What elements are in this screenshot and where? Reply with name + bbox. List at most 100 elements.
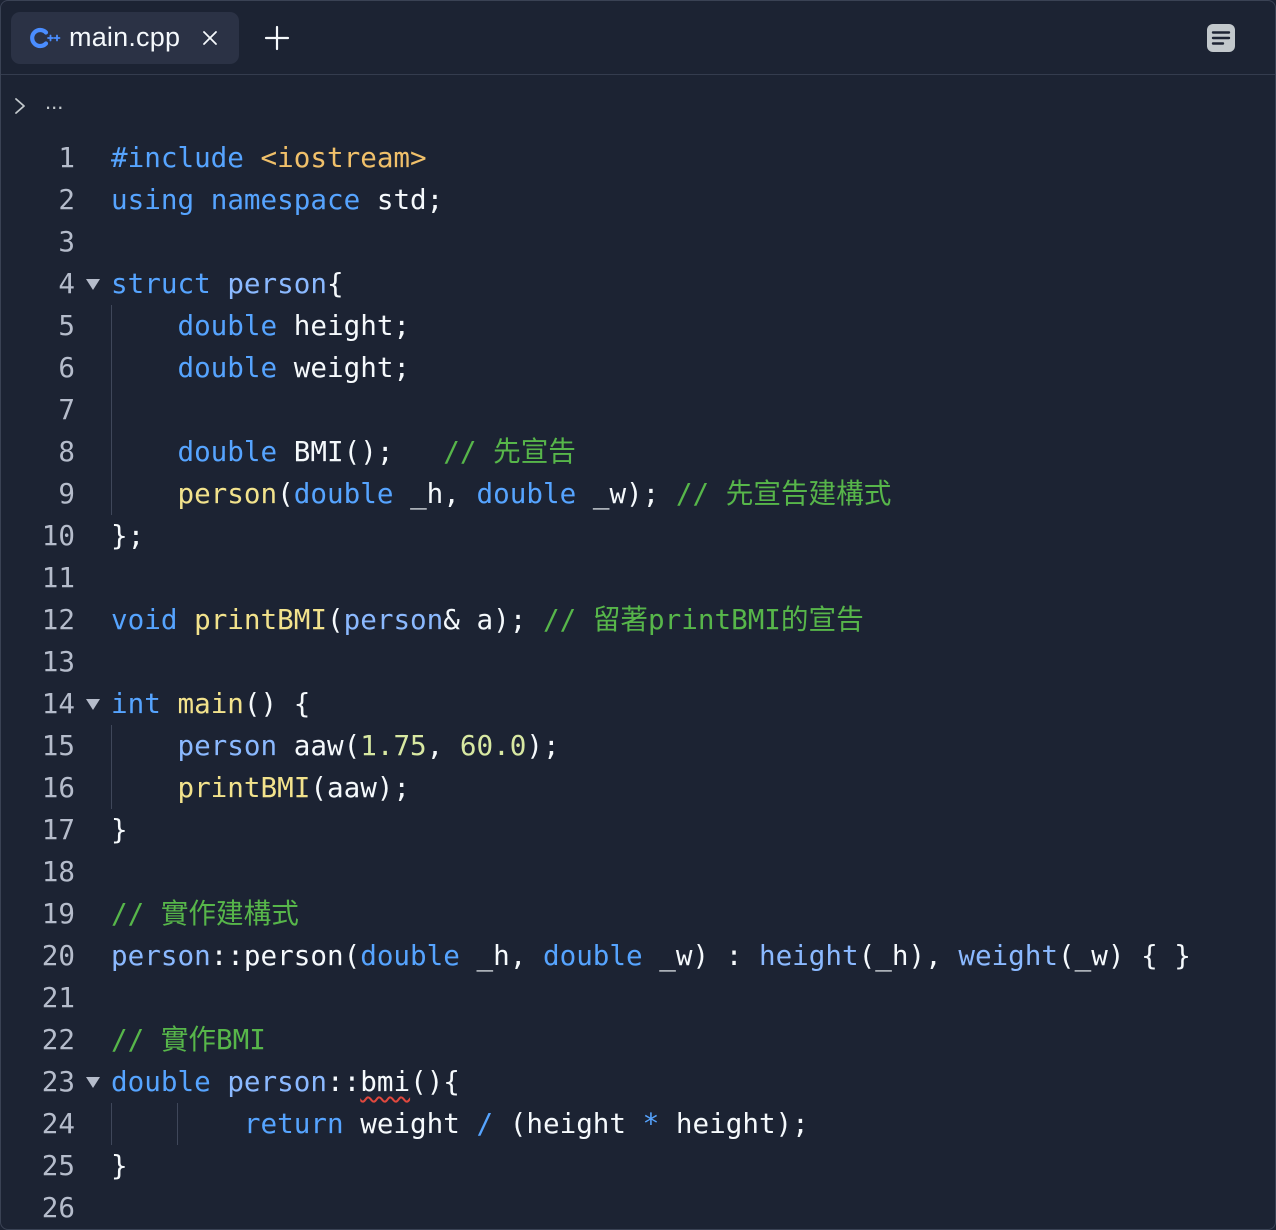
code-token: double [293, 477, 394, 510]
close-icon[interactable] [195, 23, 225, 53]
code-token: double [542, 939, 643, 972]
code-token: namespace [210, 183, 361, 216]
code-token: (){ [410, 1065, 460, 1098]
code-text: double height; [111, 305, 410, 347]
code-token: person [227, 267, 327, 300]
code-line[interactable]: 19 // 實作建構式 [1, 893, 1275, 935]
code-line[interactable]: 16 printBMI(aaw); [1, 767, 1275, 809]
code-line[interactable]: 6 double weight; [1, 347, 1275, 389]
line-number: 7 [58, 393, 75, 426]
code-line[interactable]: 23 double person::bmi(){ [1, 1061, 1275, 1103]
code-token: , [426, 729, 460, 762]
code-line[interactable]: 20 person::person(double _h, double _w) :… [1, 935, 1275, 977]
line-number: 22 [41, 1023, 75, 1056]
code-token: ( [326, 603, 344, 636]
code-token: _w); [576, 477, 676, 510]
code-token: person [177, 477, 278, 510]
line-number: 18 [41, 855, 75, 888]
code-token: ( [277, 477, 294, 510]
code-token: weight; [277, 351, 411, 384]
code-line[interactable]: 13 [1, 641, 1275, 683]
fold-arrow-icon[interactable] [83, 683, 103, 725]
code-token: _w) : [642, 939, 759, 972]
code-token: BMI(); [277, 435, 444, 468]
code-token: () { [243, 687, 311, 720]
code-token: _h, [459, 939, 543, 972]
code-line[interactable]: 22 // 實作BMI [1, 1019, 1275, 1061]
code-line[interactable]: 10}; [1, 515, 1275, 557]
code-line[interactable]: 2 using namespace std; [1, 179, 1275, 221]
code-line[interactable]: 3 [1, 221, 1275, 263]
code-text: person::person(double _h, double _w) : h… [111, 935, 1191, 977]
indent-guide [111, 305, 112, 515]
code-token: using [111, 183, 195, 216]
code-token: double [111, 1065, 211, 1098]
code-token: (aaw); [310, 771, 411, 804]
code-token: _h, [393, 477, 477, 510]
code-line[interactable]: 12 void printBMI(person& a); // 留著printBM… [1, 599, 1275, 641]
code-line[interactable]: 24 return weight / (height * height); [1, 1103, 1275, 1145]
tab-main-cpp[interactable]: main.cpp [11, 11, 239, 64]
line-number: 24 [41, 1107, 75, 1140]
code-line[interactable]: 8 double BMI(); // 先宣告 [1, 431, 1275, 473]
code-token: return [243, 1107, 344, 1140]
line-number: 16 [41, 771, 75, 804]
line-number: 4 [58, 267, 75, 300]
code-text: using namespace std; [111, 179, 443, 221]
code-text: // 實作BMI [111, 1019, 266, 1061]
code-token: person [111, 939, 211, 972]
code-text: double weight; [111, 347, 410, 389]
code-token: // 實作建構式 [111, 897, 299, 930]
code-token: #include [111, 141, 244, 174]
code-line[interactable]: 17} [1, 809, 1275, 851]
code-line[interactable]: 18 [1, 851, 1275, 893]
code-line[interactable]: 21 [1, 977, 1275, 1019]
code-token: <iostream> [260, 141, 427, 174]
code-token: double [177, 351, 278, 384]
new-tab-plus-icon[interactable] [257, 18, 297, 58]
code-line[interactable]: 7 [1, 389, 1275, 431]
code-area[interactable]: 1 #include <iostream> 2 using namespace std… [1, 137, 1275, 1229]
code-line[interactable]: 5 double height; [1, 305, 1275, 347]
breadcrumb-ellipsis[interactable]: ... [45, 89, 63, 115]
cpp-language-icon [29, 25, 63, 51]
code-line[interactable]: 9 person(double _h, double _w); // 先宣告建構… [1, 473, 1275, 515]
fold-arrow-icon[interactable] [83, 263, 103, 305]
code-line[interactable]: 15 person aaw(1.75, 60.0); [1, 725, 1275, 767]
line-number: 17 [41, 813, 75, 846]
chevron-right-icon[interactable] [13, 94, 33, 118]
code-line[interactable]: 1 #include <iostream> [1, 137, 1275, 179]
tab-bar: main.cpp [1, 1, 1275, 75]
line-number: 23 [41, 1065, 75, 1098]
code-line[interactable]: 25} [1, 1145, 1275, 1187]
editor-menu-icon[interactable] [1205, 22, 1237, 54]
code-token: double [360, 939, 460, 972]
code-token: int [111, 687, 161, 720]
fold-arrow-icon[interactable] [83, 1061, 103, 1103]
code-token: ::person( [210, 939, 361, 972]
code-line[interactable]: 4 struct person{ [1, 263, 1275, 305]
line-number: 15 [41, 729, 75, 762]
line-number: 13 [41, 645, 75, 678]
code-token: { [327, 267, 344, 300]
code-token: // 先宣告建構式 [675, 477, 892, 510]
code-token: (_h), [858, 939, 959, 972]
code-line[interactable]: 26 [1, 1187, 1275, 1229]
line-number: 25 [41, 1149, 75, 1182]
code-token: height); [659, 1107, 809, 1140]
line-number: 2 [58, 183, 75, 216]
code-text: printBMI(aaw); [111, 767, 410, 809]
line-number: 5 [58, 309, 75, 342]
code-line[interactable]: 11 [1, 557, 1275, 599]
code-token: }; [111, 519, 145, 552]
code-text: return weight / (height * height); [111, 1103, 809, 1145]
code-line[interactable]: 14 int main() { [1, 683, 1275, 725]
line-number: 11 [41, 561, 75, 594]
